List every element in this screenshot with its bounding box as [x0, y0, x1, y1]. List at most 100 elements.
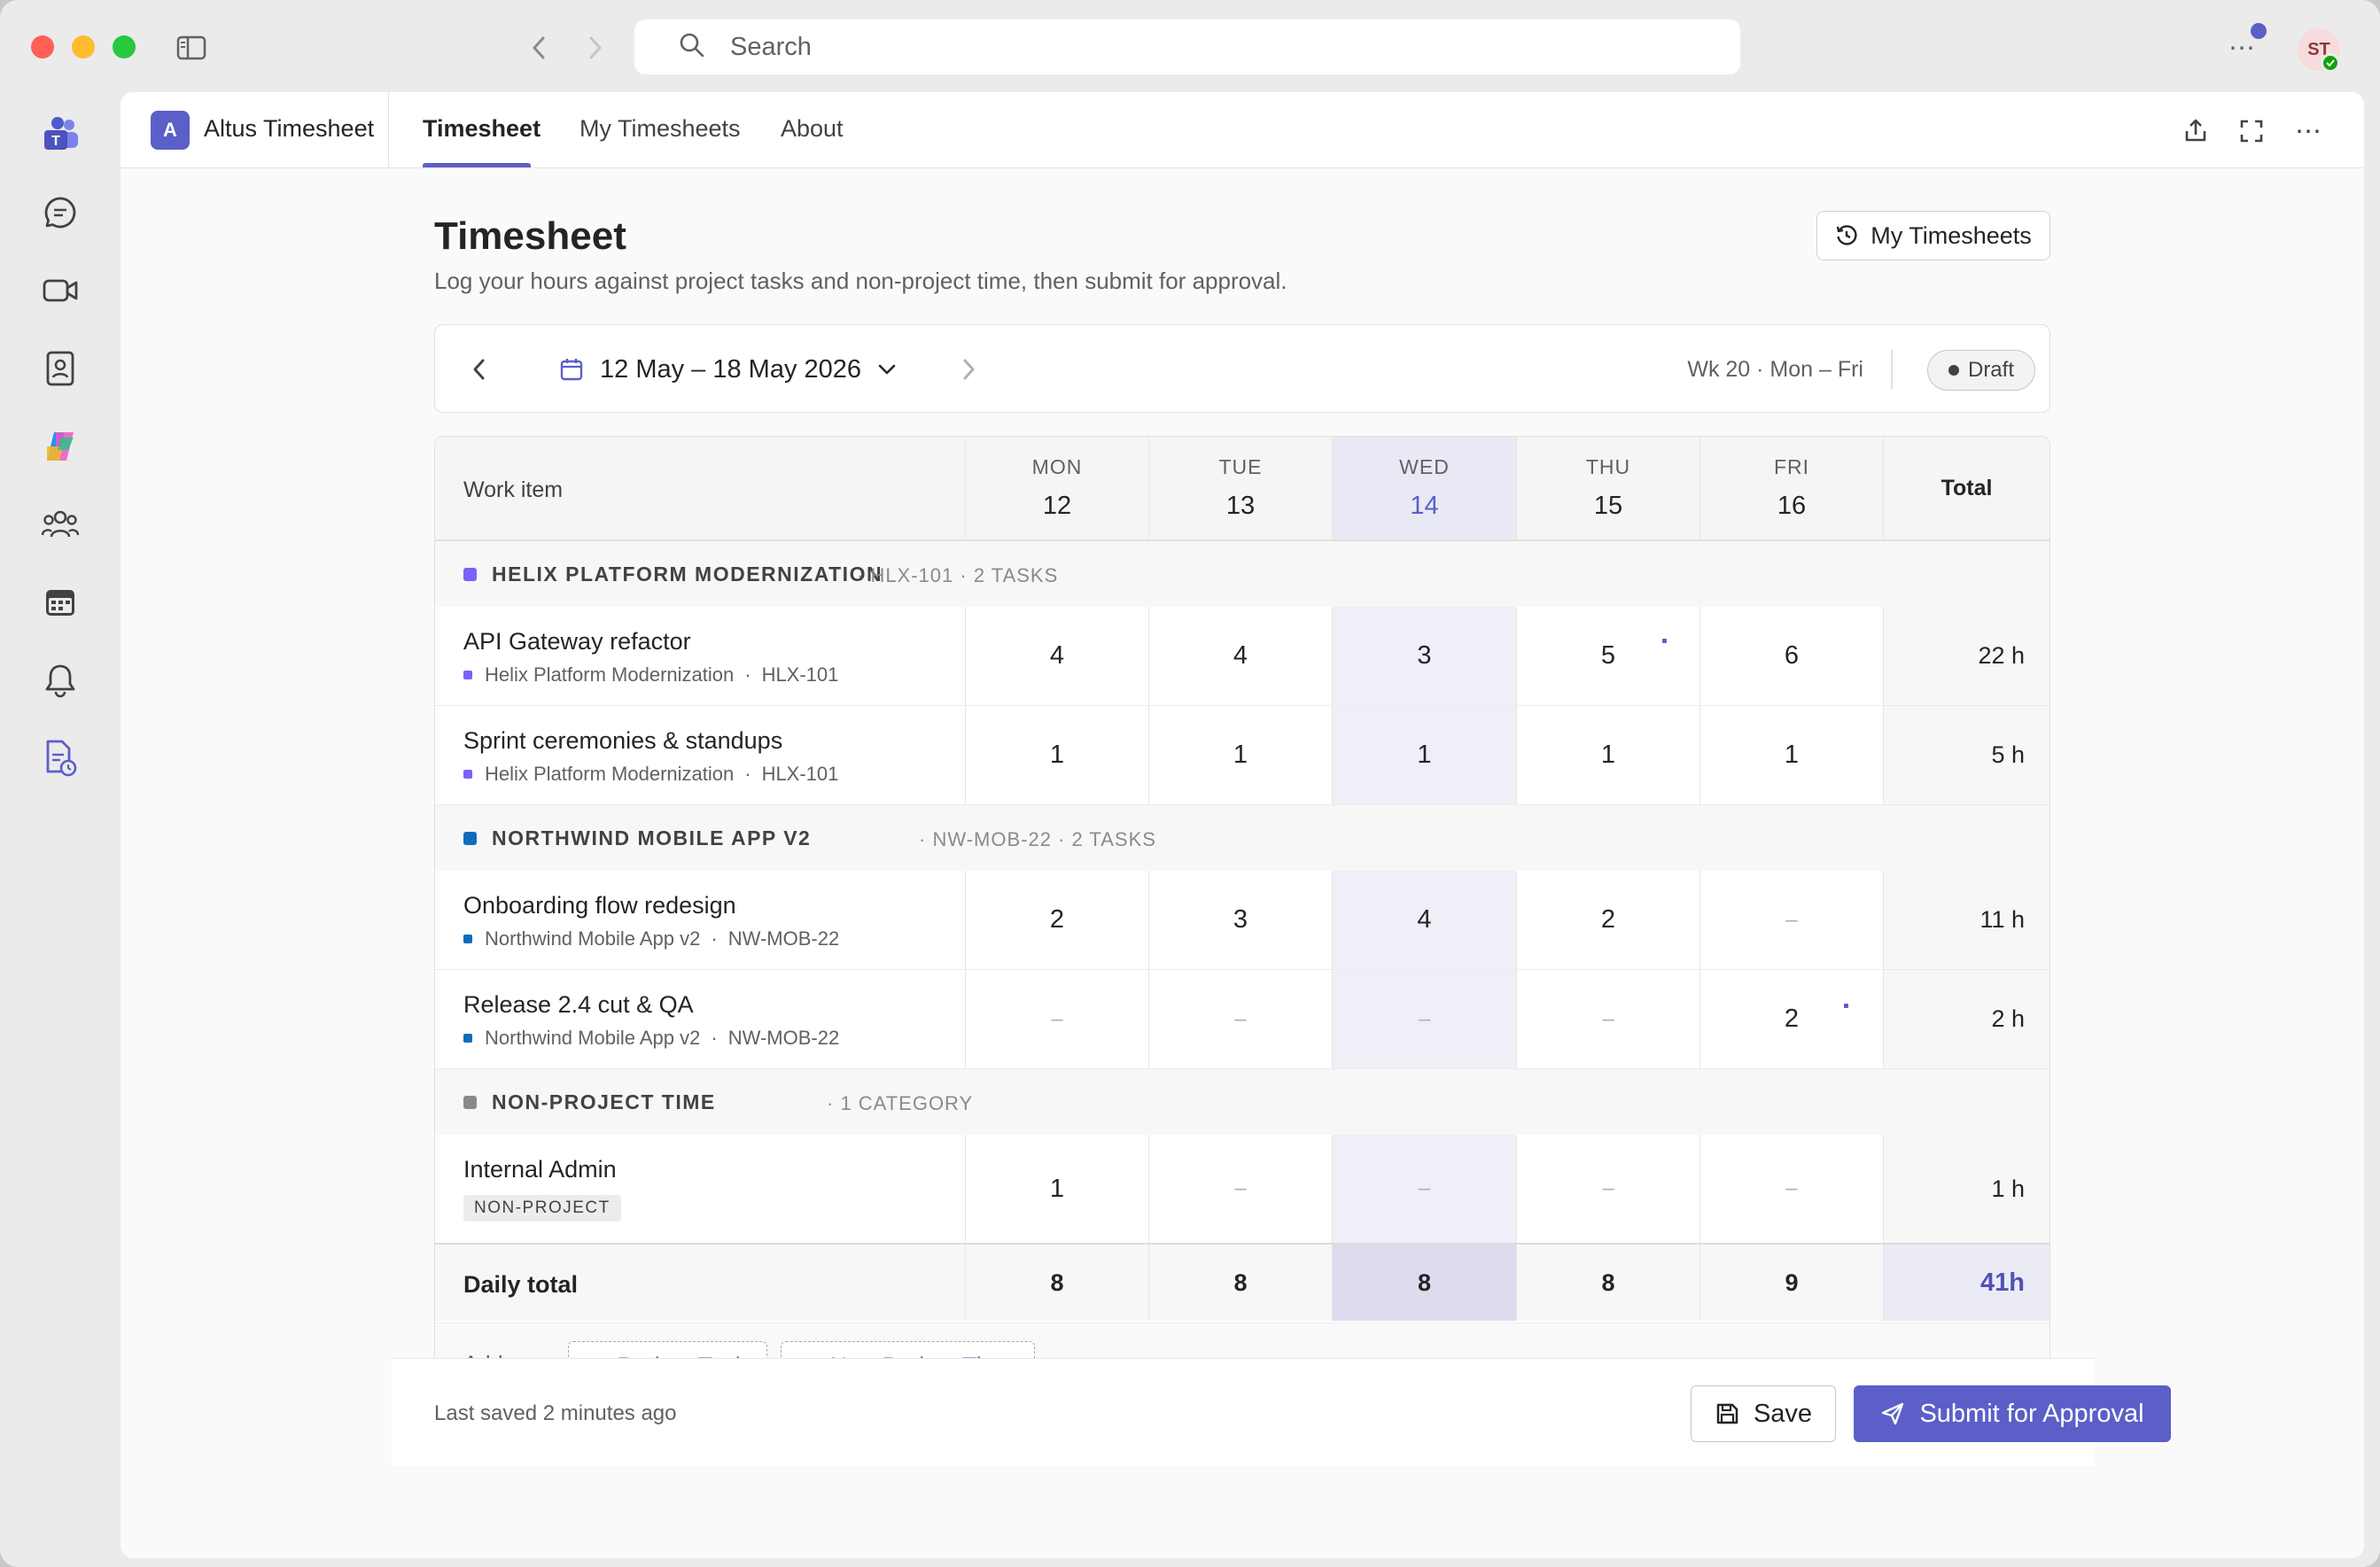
hours-cell-fri[interactable]: –: [1699, 871, 1883, 969]
task-name: Onboarding flow redesign: [463, 892, 736, 919]
day-header-fri: FRI 16: [1699, 437, 1883, 539]
share-icon[interactable]: [2176, 112, 2215, 151]
footer-action-bar: Last saved 2 minutes ago Save Submit for…: [392, 1358, 2171, 1466]
day-header-thu: THU 15: [1516, 437, 1699, 539]
submit-for-approval-button[interactable]: Submit for Approval: [1854, 1385, 2171, 1442]
sidebar-toggle-icon[interactable]: [174, 30, 209, 66]
hours-cell-tue[interactable]: 1: [1148, 706, 1332, 804]
contacts-icon[interactable]: [34, 342, 87, 395]
send-icon: [1880, 1401, 1905, 1426]
hours-cell-wed[interactable]: 4: [1332, 871, 1516, 969]
group-meta: · HLX-101 · 2 TASKS: [857, 564, 1059, 586]
week-range-dropdown[interactable]: 12 May – 18 May 2026: [559, 345, 897, 394]
hours-value: –: [1602, 1176, 1614, 1200]
calendar-icon[interactable]: [34, 576, 87, 629]
hours-cell-fri[interactable]: –: [1699, 1135, 1883, 1243]
hours-value: –: [1418, 1176, 1431, 1200]
hours-cell-mon[interactable]: 1: [965, 706, 1148, 804]
my-timesheets-button[interactable]: My Timesheets: [1816, 211, 2050, 260]
teams-icon[interactable]: T: [34, 108, 87, 161]
close-window-button[interactable]: [31, 35, 54, 58]
hours-cell-thu[interactable]: 1: [1516, 706, 1699, 804]
communities-icon[interactable]: [34, 498, 87, 551]
status-badge: Draft: [1927, 350, 2035, 391]
previous-week-icon[interactable]: [462, 352, 497, 387]
project-color-dot: [463, 671, 472, 679]
group-name: NORTHWIND MOBILE APP V2: [492, 826, 812, 849]
hours-cell-mon[interactable]: –: [965, 970, 1148, 1068]
hours-cell-thu[interactable]: 5: [1516, 607, 1699, 705]
app-more-icon[interactable]: ⋯: [2289, 112, 2328, 151]
save-button-label: Save: [1753, 1399, 1813, 1428]
grand-total: 41h: [1883, 1245, 2049, 1321]
hours-cell-wed[interactable]: –: [1332, 970, 1516, 1068]
hours-cell-fri[interactable]: 2: [1699, 970, 1883, 1068]
hours-cell-thu[interactable]: 2: [1516, 871, 1699, 969]
row-total: 2 h: [1883, 970, 2049, 1068]
notification-badge: [2251, 23, 2267, 39]
project-color-dot: [463, 770, 472, 779]
hours-cell-fri[interactable]: 1: [1699, 706, 1883, 804]
hours-cell-mon[interactable]: 1: [965, 1135, 1148, 1243]
hours-cell-tue[interactable]: –: [1148, 1135, 1332, 1243]
next-week-icon[interactable]: [951, 352, 986, 387]
hours-cell-tue[interactable]: 4: [1148, 607, 1332, 705]
hours-value: 1: [1600, 741, 1616, 769]
hours-cell-wed[interactable]: 1: [1332, 706, 1516, 804]
hours-value: 3: [1233, 905, 1248, 934]
day-header-mon: MON 12: [965, 437, 1148, 539]
project-name: Northwind Mobile App v2: [485, 1027, 701, 1049]
group-header-helix: HELIX PLATFORM MODERNIZATION · HLX-101 ·…: [435, 541, 2049, 607]
fullscreen-icon[interactable]: [2232, 112, 2271, 151]
daily-total-value: 8: [1050, 1268, 1064, 1296]
hours-cell-mon[interactable]: 4: [965, 607, 1148, 705]
hours-value: 4: [1417, 905, 1432, 934]
page-subtitle: Log your hours against project tasks and…: [434, 268, 1287, 294]
hours-value: 4: [1049, 641, 1065, 670]
group-meta: · 1 CATEGORY: [827, 1092, 974, 1114]
activity-bell-icon[interactable]: [34, 654, 87, 707]
hours-cell-mon[interactable]: 2: [965, 871, 1148, 969]
task-project: Northwind Mobile App v2 · NW-MOB-22: [463, 927, 839, 950]
task-name: Internal Admin: [463, 1156, 617, 1183]
hours-cell-tue[interactable]: 3: [1148, 871, 1332, 969]
svg-text:T: T: [51, 134, 60, 149]
total-header: Total: [1883, 437, 2049, 539]
search-input[interactable]: Search: [634, 19, 1740, 74]
copilot-icon[interactable]: [34, 420, 87, 473]
hours-cell-thu[interactable]: –: [1516, 1135, 1699, 1243]
hours-cell-thu[interactable]: –: [1516, 970, 1699, 1068]
tab-about[interactable]: About: [781, 115, 844, 143]
hours-value: 3: [1417, 641, 1432, 670]
app-logo: A: [151, 111, 190, 150]
day-number: 14: [1410, 492, 1439, 520]
tab-timesheet[interactable]: Timesheet: [423, 115, 541, 143]
day-name: MON: [1031, 455, 1083, 478]
row-total: 1 h: [1883, 1135, 2049, 1243]
forward-arrow-icon[interactable]: [578, 30, 613, 66]
minimize-window-button[interactable]: [72, 35, 95, 58]
save-button[interactable]: Save: [1691, 1385, 1836, 1442]
hours-cell-tue[interactable]: –: [1148, 970, 1332, 1068]
search-placeholder: Search: [730, 32, 812, 61]
hours-cell-wed[interactable]: –: [1332, 1135, 1516, 1243]
save-disk-icon: [1715, 1401, 1739, 1426]
hours-value: –: [1234, 1006, 1247, 1031]
hours-cell-fri[interactable]: 6: [1699, 607, 1883, 705]
chat-icon[interactable]: [34, 186, 87, 239]
tab-my-timesheets[interactable]: My Timesheets: [579, 115, 741, 143]
day-name: TUE: [1218, 455, 1263, 478]
daily-total-value: 9: [1785, 1268, 1799, 1296]
table-row: Onboarding flow redesign Northwind Mobil…: [435, 871, 2049, 970]
video-call-icon[interactable]: [34, 264, 87, 317]
hours-cell-wed[interactable]: 3: [1332, 607, 1516, 705]
hours-value: 2: [1600, 905, 1616, 934]
task-name: API Gateway refactor: [463, 628, 691, 655]
group-name: HELIX PLATFORM MODERNIZATION: [492, 562, 883, 586]
timesheet-app-icon[interactable]: [34, 732, 87, 785]
separator-dot: ·: [744, 763, 751, 785]
daily-total-thu: 8: [1516, 1245, 1699, 1321]
back-arrow-icon[interactable]: [521, 30, 556, 66]
app-name: Altus Timesheet: [204, 115, 375, 142]
maximize-window-button[interactable]: [113, 35, 136, 58]
